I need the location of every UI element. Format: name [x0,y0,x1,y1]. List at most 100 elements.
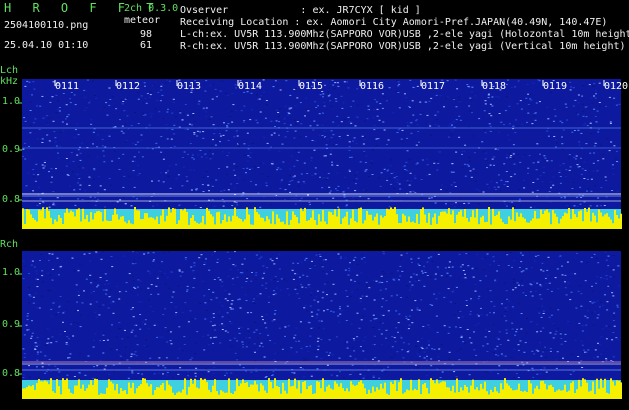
noise-speckle [536,324,539,325]
noise-speckle [445,97,448,99]
noise-speckle [242,343,244,345]
noise-speckle [325,137,328,139]
level-bar [276,385,278,399]
noise-speckle [455,202,457,204]
noise-speckle [349,355,352,357]
level-bar [144,378,146,399]
level-bar [324,391,326,399]
noise-speckle [162,314,165,315]
noise-speckle [384,289,387,291]
level-bar [172,208,174,229]
noise-speckle [132,316,135,318]
level-bar [602,216,604,229]
noise-speckle [62,312,65,314]
noise-speckle [431,260,434,262]
noise-speckle [37,174,40,176]
noise-speckle [584,169,587,171]
noise-speckle [55,168,57,170]
level-bar [284,224,286,229]
level-bar [454,392,456,399]
noise-speckle [157,293,160,295]
noise-speckle [335,100,338,102]
noise-speckle [141,321,144,323]
level-bar [66,378,68,399]
level-bar [418,379,420,399]
noise-speckle [226,166,229,168]
noise-speckle [382,314,385,316]
noise-speckle [70,323,73,325]
noise-speckle [97,284,100,286]
noise-speckle [172,98,175,100]
level-bar [186,212,188,229]
level-bar [124,221,126,229]
noise-speckle [211,98,214,100]
noise-speckle [339,257,342,259]
noise-speckle [251,109,253,111]
noise-speckle [488,130,491,132]
level-bar [582,378,584,399]
noise-speckle [149,306,152,308]
noise-speckle [215,96,218,98]
noise-speckle [305,136,308,138]
noise-speckle [168,165,171,167]
noise-speckle [181,157,184,158]
noise-speckle [49,179,52,181]
noise-speckle [173,124,176,126]
noise-speckle [115,108,118,110]
noise-speckle [579,186,582,188]
noise-speckle [542,310,545,312]
noise-speckle [444,267,447,269]
level-bar [458,211,460,229]
noise-speckle [220,190,223,192]
noise-speckle [457,310,460,312]
noise-speckle [202,191,205,192]
noise-speckle [77,268,80,270]
noise-speckle [552,323,555,325]
noise-speckle [547,135,550,137]
noise-speckle [268,149,271,151]
noise-speckle [205,368,208,370]
noise-speckle [89,100,92,102]
noise-speckle [183,166,185,168]
noise-speckle [34,118,37,120]
noise-speckle [250,92,253,94]
level-bar [104,393,106,399]
noise-speckle [150,284,153,286]
noise-speckle [55,112,58,114]
level-bar [128,382,130,399]
noise-speckle [153,324,156,326]
noise-speckle [54,141,57,143]
level-bar [248,387,250,399]
noise-speckle [609,121,612,123]
noise-speckle [79,184,82,186]
noise-speckle [190,189,193,191]
noise-speckle [246,198,249,200]
level-bar [286,393,288,399]
noise-speckle [284,326,287,328]
noise-speckle [485,152,488,154]
level-bar [332,389,334,399]
noise-speckle [577,166,580,168]
noise-speckle [224,330,227,332]
noise-speckle [256,295,259,297]
noise-speckle [323,105,326,107]
noise-speckle [468,253,471,254]
noise-speckle [440,184,443,186]
noise-speckle [280,179,283,181]
noise-speckle [213,251,216,253]
noise-speckle [448,351,451,353]
level-bar [614,385,616,399]
level-bar [450,214,452,229]
noise-speckle [550,160,553,162]
noise-speckle [238,298,241,300]
noise-speckle [91,199,94,201]
level-bar [290,386,292,399]
noise-speckle [522,364,525,366]
noise-speckle [235,110,238,112]
noise-speckle [289,191,292,193]
noise-speckle [561,122,564,124]
noise-speckle [454,186,457,187]
noise-speckle [242,179,245,181]
noise-speckle [416,124,419,126]
noise-speckle [258,251,261,253]
